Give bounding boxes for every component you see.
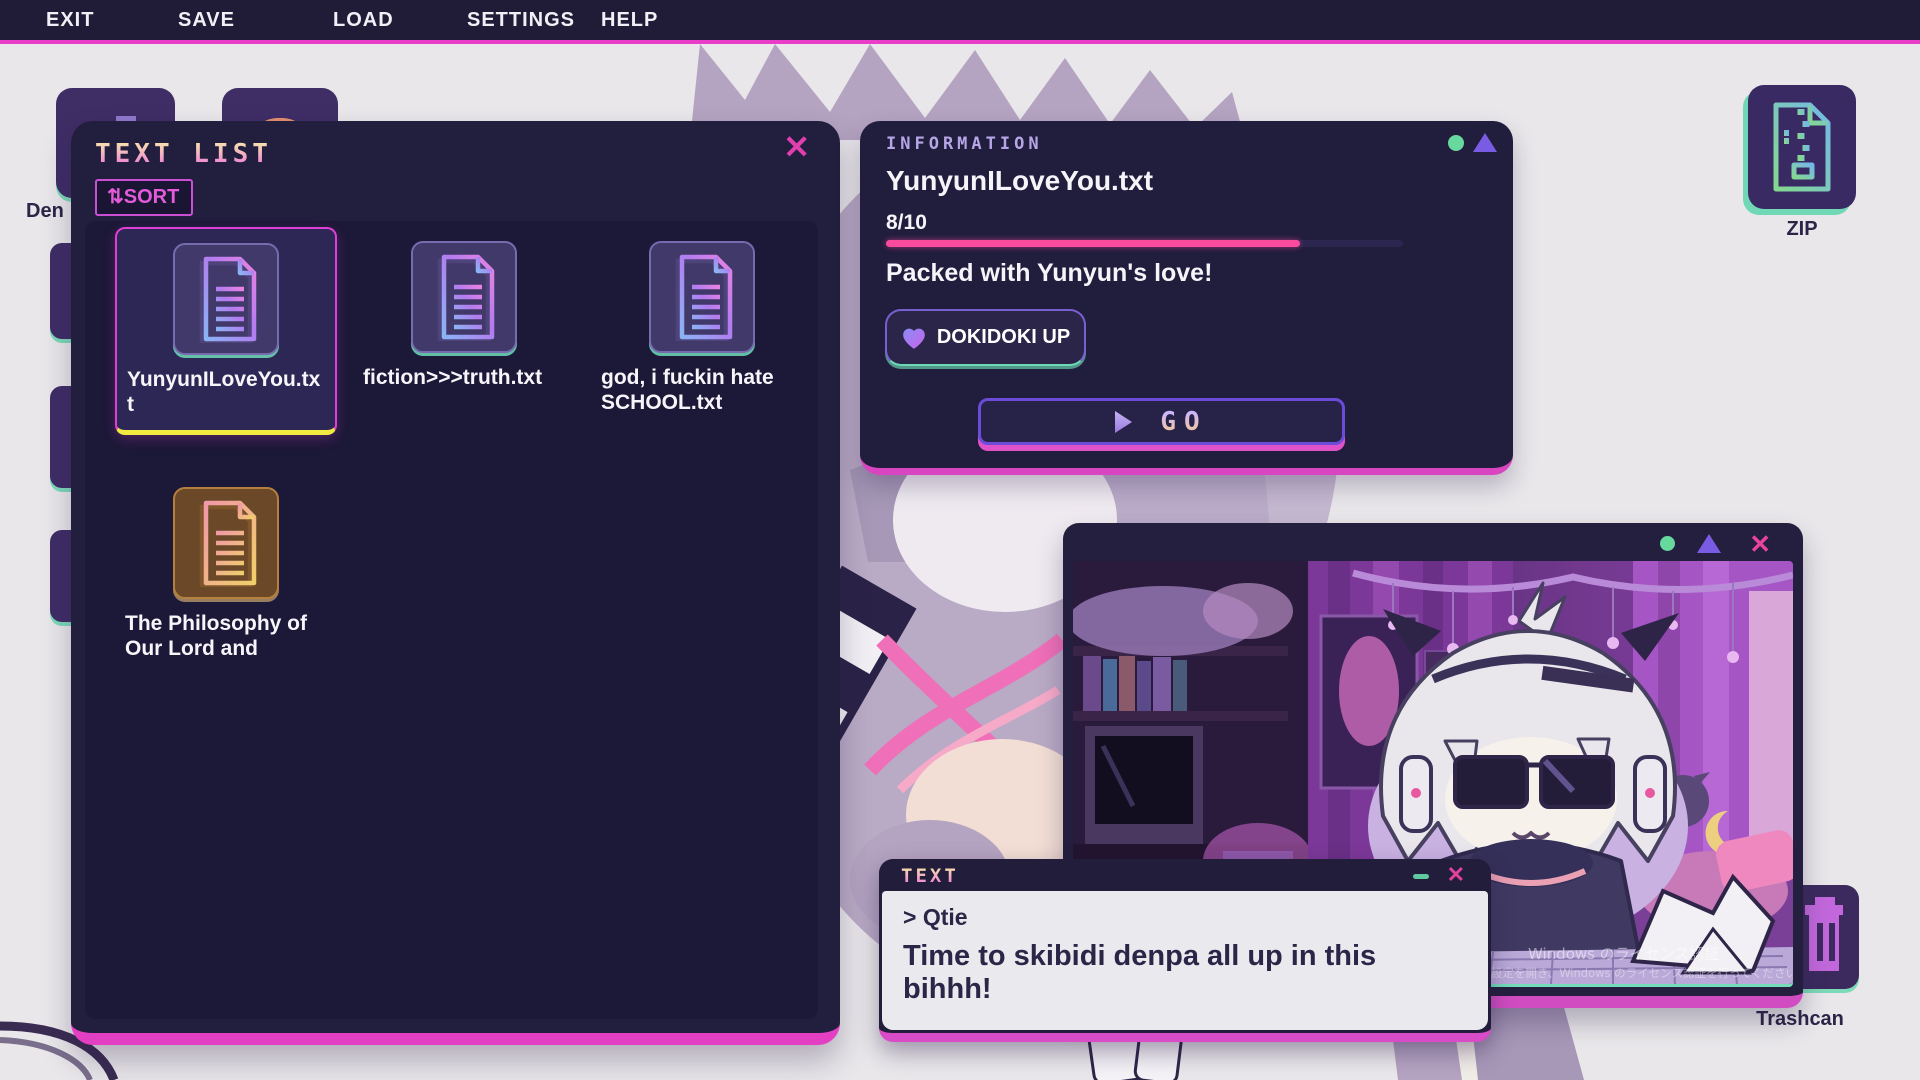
text-list-window: TEXT LIST ✕ ⇅SORT: [71, 121, 840, 1045]
top-menu-bar: EXIT SAVE LOAD SETTINGS HELP: [0, 0, 1920, 44]
text-dialog-titlebar[interactable]: TEXT ✕: [879, 859, 1491, 891]
menu-settings[interactable]: SETTINGS: [467, 0, 575, 40]
file-name: YunyunILoveYou.txt: [127, 368, 325, 418]
go-label: GO: [1160, 407, 1207, 437]
progress-bar: [886, 240, 1403, 247]
file-name: god, i fuckin hate SCHOOL.txt: [601, 366, 803, 416]
file-name: The Philosophy of Our Lord and: [125, 612, 327, 662]
dialog-message: Time to skibidi denpa all up in this bih…: [903, 940, 1467, 1006]
progress-fill: [886, 240, 1300, 247]
close-icon[interactable]: ✕: [1749, 531, 1771, 557]
zip-file-icon: [1768, 101, 1836, 193]
maximize-triangle-icon[interactable]: [1697, 534, 1721, 553]
text-file-icon: [411, 241, 517, 353]
watermark-line2: 設定を開き、Windows のライセンス認証を行ってください。: [1491, 966, 1793, 980]
information-title: INFORMATION: [886, 134, 1043, 154]
heart-icon: [901, 326, 927, 350]
trashcan-icon: [1801, 897, 1847, 977]
menu-save[interactable]: SAVE: [178, 0, 235, 40]
text-dialog-window: TEXT ✕ > Qtie Time to skibidi denpa all …: [879, 859, 1491, 1042]
menu-exit[interactable]: EXIT: [46, 0, 94, 40]
minimize-dot-icon[interactable]: [1660, 536, 1675, 551]
close-icon[interactable]: ✕: [1447, 864, 1465, 886]
file-item-selected[interactable]: YunyunILoveYou.txt: [115, 227, 337, 435]
sort-button[interactable]: ⇅SORT: [95, 179, 193, 216]
information-description: Packed with Yunyun's love!: [886, 259, 1212, 288]
desktop-icon-label-trashcan: Trashcan: [1735, 1008, 1865, 1031]
maximize-triangle-icon[interactable]: [1473, 133, 1497, 152]
information-window: INFORMATION YunyunILoveYou.txt 8/10 Pack…: [860, 121, 1513, 475]
speaker-name: > Qtie: [903, 904, 1467, 931]
desktop-icon-label-zip: ZIP: [1748, 218, 1856, 241]
text-file-icon: [173, 243, 279, 355]
file-item[interactable]: fiction>>>truth.txt: [353, 227, 575, 403]
menu-help[interactable]: HELP: [601, 0, 658, 40]
menu-load[interactable]: LOAD: [333, 0, 394, 40]
text-file-icon-special: [173, 487, 279, 599]
progress-label: 8/10: [886, 211, 927, 235]
file-item[interactable]: god, i fuckin hate SCHOOL.txt: [591, 227, 813, 428]
file-list-panel: YunyunILoveYou.txt fiction>>>truth.txt: [85, 221, 818, 1019]
watermark-line1: Windows のライセンス認証: [1528, 945, 1719, 963]
minimize-icon[interactable]: [1413, 874, 1429, 879]
text-file-icon: [649, 241, 755, 353]
go-button[interactable]: GO: [978, 398, 1345, 445]
text-dialog-title: TEXT: [901, 865, 959, 887]
dokidoki-up-label: DOKIDOKI UP: [937, 326, 1070, 349]
minimize-dot-icon[interactable]: [1448, 135, 1464, 151]
desktop-icon-zip[interactable]: [1748, 85, 1856, 209]
file-item[interactable]: The Philosophy of Our Lord and: [115, 473, 337, 674]
text-list-title: TEXT LIST: [95, 139, 272, 169]
text-dialog-body[interactable]: > Qtie Time to skibidi denpa all up in t…: [882, 891, 1488, 1030]
information-file-name: YunyunILoveYou.txt: [886, 165, 1153, 197]
dokidoki-up-button[interactable]: DOKIDOKI UP: [885, 309, 1086, 366]
desktop-icon-label-den: Den: [26, 200, 64, 223]
close-icon[interactable]: ✕: [783, 131, 810, 163]
play-triangle-icon: [1115, 411, 1132, 433]
file-name: fiction>>>truth.txt: [363, 366, 565, 391]
